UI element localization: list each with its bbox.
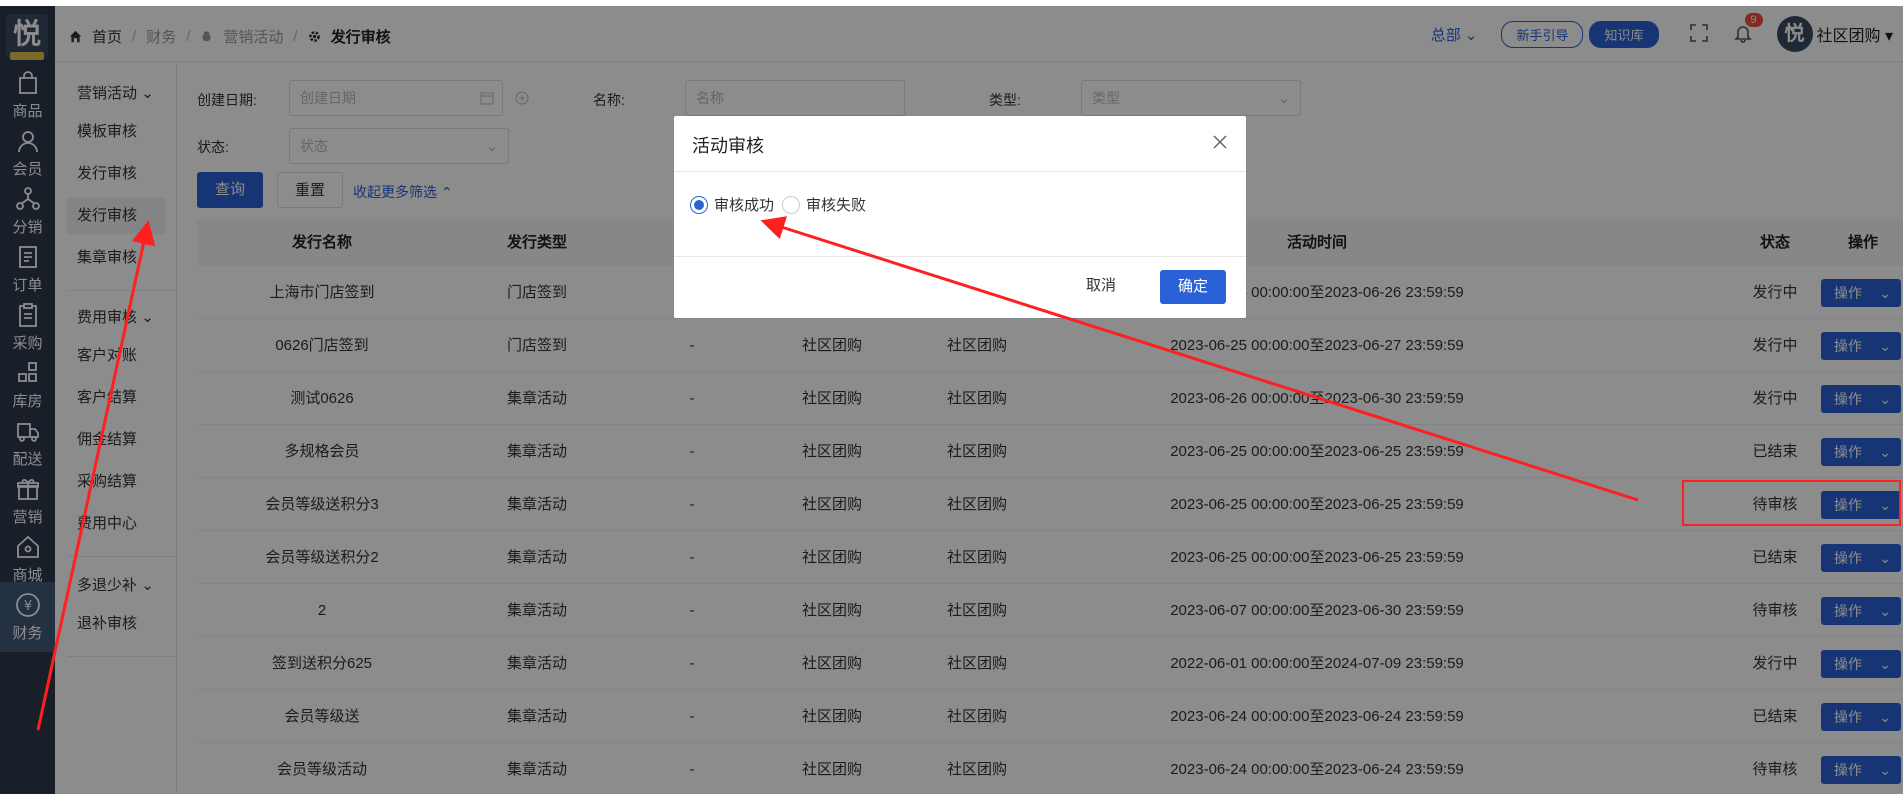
- arrow-to-dialog: [760, 216, 1639, 502]
- arrow-to-submenu: [36, 220, 156, 731]
- annotation-arrows: [36, 216, 1639, 731]
